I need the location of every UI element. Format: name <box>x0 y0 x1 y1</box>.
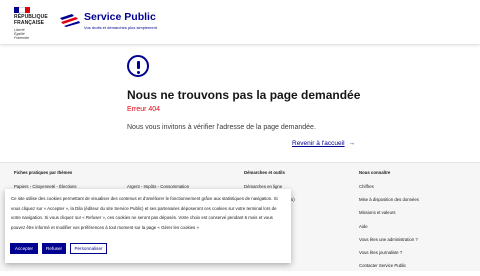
republique-francaise-logo[interactable]: RÉPUBLIQUE FRANÇAISE Liberté Égalité Fra… <box>14 7 48 40</box>
footer-link[interactable]: Chiffres <box>359 184 419 189</box>
customize-cookies-button[interactable]: Personnaliser <box>70 243 107 254</box>
footer-link[interactable]: Contacter Service Public <box>359 263 419 268</box>
cookie-text: Ce site utilise des cookies permettant d… <box>11 196 278 230</box>
site-header: RÉPUBLIQUE FRANÇAISE Liberté Égalité Fra… <box>0 0 480 44</box>
footer-heading-nous-connaitre: Nous connaître <box>359 170 391 175</box>
footer-link[interactable]: Vous êtes une administration ? <box>359 237 419 242</box>
back-home-link[interactable]: Revenir à l'accueil → <box>292 140 355 147</box>
footer-link[interactable]: Missions et valeurs <box>359 210 419 215</box>
exclamation-circle-icon <box>127 55 149 77</box>
marianne-line-2: FRANÇAISE <box>14 19 45 26</box>
arrow-right-icon: → <box>348 140 356 147</box>
footer-heading-demarches: Démarches et outils <box>244 170 285 175</box>
footer-link[interactable]: Mise à disposition des données <box>359 197 419 202</box>
footer-col-nous-connaitre: Nous connaître Chiffres Mise à dispositi… <box>359 170 419 276</box>
footer-link[interactable]: Aide <box>359 224 419 229</box>
footer-link[interactable]: Vous êtes journaliste ? <box>359 250 419 255</box>
page-title: Nous ne trouvons pas la page demandée <box>127 88 361 102</box>
footer-heading-spacer <box>127 170 189 175</box>
tricolor-flag-icon <box>14 7 30 13</box>
site-tagline: Vos droits et démarches plus simplement <box>84 25 157 30</box>
devise: Liberté Égalité Fraternité <box>14 28 44 40</box>
accept-cookies-button[interactable]: Accepter <box>10 243 38 254</box>
site-title[interactable]: Service Public <box>84 11 156 23</box>
refuse-cookies-button[interactable]: Refuser <box>42 243 66 254</box>
marianne-text: RÉPUBLIQUE FRANÇAISE <box>14 14 48 26</box>
service-public-logo-icon <box>60 14 80 27</box>
back-home-label: Revenir à l'accueil <box>292 140 345 147</box>
devise-fraternite: Fraternité <box>14 36 29 41</box>
error-code: Erreur 404 <box>127 106 161 113</box>
error-message: Nous vous invitons à vérifier l'adresse … <box>127 124 316 131</box>
footer-heading-themes: Fiches pratiques par thèmes <box>14 170 73 175</box>
